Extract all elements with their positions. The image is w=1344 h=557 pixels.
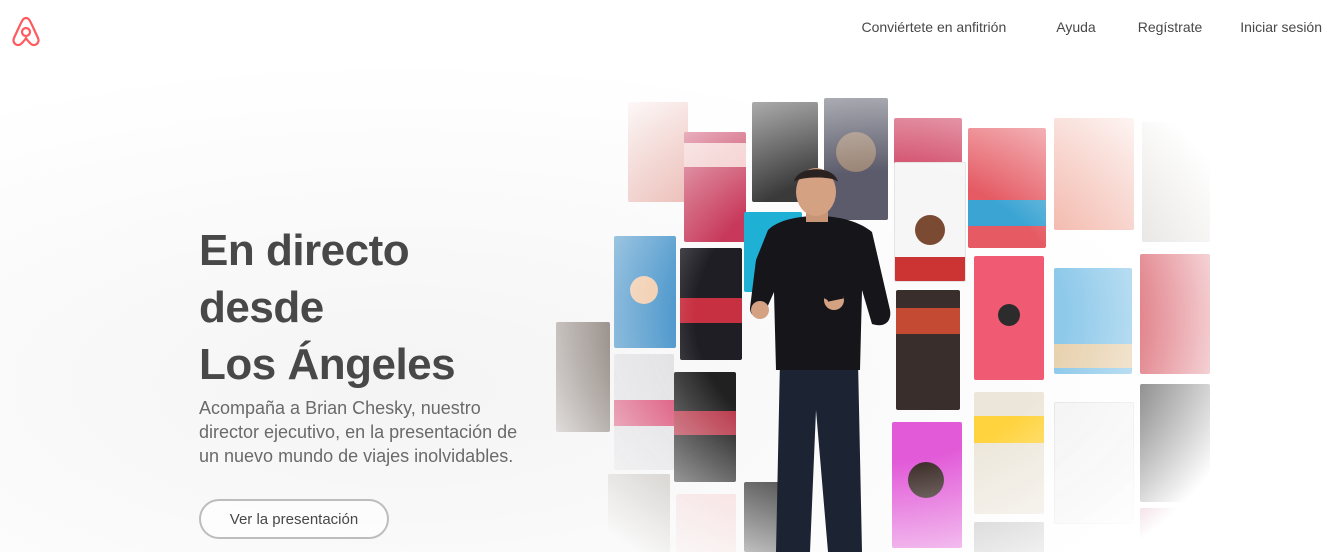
signup-link[interactable]: Regístrate (1138, 19, 1203, 35)
help-link[interactable]: Ayuda (1056, 19, 1095, 35)
hero-title-line-2: desde (199, 283, 324, 332)
hero-title: En directo desde Los Ángeles (199, 222, 559, 393)
login-link[interactable]: Iniciar sesión (1240, 19, 1322, 35)
hero-title-line-1: En directo (199, 226, 410, 275)
airbnb-logo-icon[interactable] (10, 14, 42, 48)
top-nav: Conviértete en anfitrión Ayuda Regístrat… (861, 19, 1322, 35)
speaker-photo (738, 160, 898, 552)
hero-title-line-3: Los Ángeles (199, 340, 456, 389)
become-host-link[interactable]: Conviértete en anfitrión (861, 19, 1006, 35)
hero-subtitle: Acompaña a Brian Chesky, nuestro directo… (199, 398, 518, 466)
watch-presentation-button[interactable]: Ver la presentación (199, 499, 389, 539)
